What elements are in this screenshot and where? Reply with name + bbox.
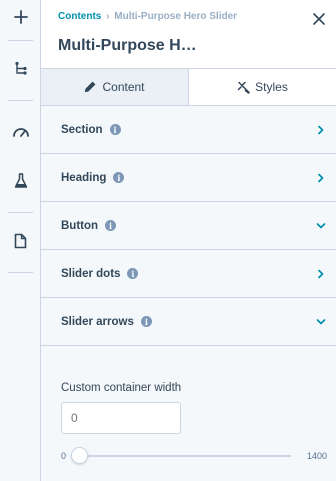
flask-icon[interactable] xyxy=(0,167,41,195)
rail-divider xyxy=(8,100,33,101)
chevron-down-icon xyxy=(316,222,326,228)
section-row-button[interactable]: Button i xyxy=(41,202,336,250)
info-icon[interactable]: i xyxy=(113,172,125,183)
close-icon[interactable] xyxy=(312,12,326,26)
editor-tabs: Content Styles xyxy=(41,68,336,106)
tab-styles[interactable]: Styles xyxy=(189,69,336,105)
section-row-heading[interactable]: Heading i xyxy=(41,154,336,202)
section-row-slider-arrows[interactable]: Slider arrows i xyxy=(41,298,336,346)
breadcrumb-separator: › xyxy=(106,11,110,22)
rail-divider xyxy=(8,212,33,213)
breadcrumb-current: Multi-Purpose Hero Slider xyxy=(114,11,238,22)
breadcrumb: Contents › Multi-Purpose Hero Slider xyxy=(58,11,237,22)
info-icon[interactable]: i xyxy=(140,316,152,327)
tab-content-label: Content xyxy=(102,80,145,94)
section-row-label: Button xyxy=(61,219,99,232)
chevron-right-icon xyxy=(318,173,324,182)
gauge-icon[interactable] xyxy=(0,117,41,145)
rail-divider xyxy=(8,272,33,273)
breadcrumb-link-contents[interactable]: Contents xyxy=(58,11,101,22)
module-title: Multi-Purpose H… xyxy=(58,37,197,54)
tab-content[interactable]: Content xyxy=(41,69,189,105)
tab-styles-label: Styles xyxy=(255,80,288,94)
section-row-section[interactable]: Section i xyxy=(41,106,336,154)
custom-container-width-label: Custom container width xyxy=(61,382,182,394)
page-icon[interactable] xyxy=(0,227,41,255)
section-row-label: Heading xyxy=(61,171,107,184)
style-sections: Section i Heading i Button i Slider dots… xyxy=(41,106,336,360)
rail-divider xyxy=(8,40,33,41)
custom-container-width-group: Custom container width 0 1400 xyxy=(41,360,336,481)
brush-icon xyxy=(237,81,250,94)
panel-header: Contents › Multi-Purpose Hero Slider Mul… xyxy=(41,0,336,68)
tree-icon[interactable] xyxy=(0,54,41,82)
section-row-label: Slider dots xyxy=(61,267,121,280)
add-icon[interactable] xyxy=(0,3,41,31)
info-icon[interactable]: i xyxy=(105,220,117,231)
section-row-label: Section xyxy=(61,123,103,136)
width-slider-thumb[interactable] xyxy=(71,447,88,464)
custom-container-width-input[interactable] xyxy=(61,402,181,434)
section-row-slider-dots[interactable]: Slider dots i xyxy=(41,250,336,298)
info-icon[interactable]: i xyxy=(109,124,121,135)
left-rail xyxy=(0,0,41,481)
width-slider-track[interactable] xyxy=(79,455,291,457)
slider-min-label: 0 xyxy=(61,451,67,461)
chevron-right-icon xyxy=(318,125,324,134)
info-icon[interactable]: i xyxy=(127,268,139,279)
pencil-icon xyxy=(84,81,96,93)
chevron-down-icon xyxy=(316,318,326,324)
slider-max-label: 1400 xyxy=(306,451,327,461)
section-row-label: Slider arrows xyxy=(61,315,134,328)
chevron-right-icon xyxy=(318,269,324,278)
